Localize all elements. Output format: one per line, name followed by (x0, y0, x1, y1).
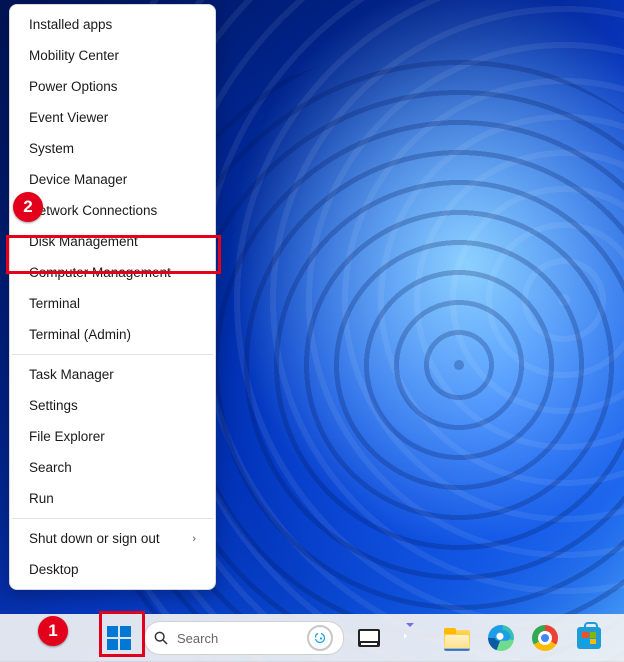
chevron-right-icon: › (192, 533, 196, 545)
windows-start-icon (107, 626, 131, 650)
taskbar: Search (0, 614, 624, 662)
menu-item-label: Settings (29, 398, 78, 413)
menu-item-search[interactable]: Search (14, 452, 211, 483)
task-view-button[interactable] (350, 619, 388, 657)
menu-item-device-manager[interactable]: Device Manager (14, 164, 211, 195)
menu-item-label: Shut down or sign out (29, 531, 160, 546)
menu-item-computer-management[interactable]: Computer Management (14, 257, 211, 288)
menu-item-file-explorer[interactable]: File Explorer (14, 421, 211, 452)
menu-item-label: Terminal (Admin) (29, 327, 131, 342)
menu-item-label: Event Viewer (29, 110, 108, 125)
menu-item-settings[interactable]: Settings (14, 390, 211, 421)
copilot-icon[interactable] (307, 625, 333, 651)
menu-item-label: Computer Management (29, 265, 171, 280)
menu-item-label: Installed apps (29, 17, 112, 32)
annotation-marker-1: 1 (38, 616, 68, 646)
menu-item-label: Mobility Center (29, 48, 119, 63)
menu-item-shut-down[interactable]: Shut down or sign out › (14, 523, 211, 554)
menu-item-label: Terminal (29, 296, 80, 311)
edge-button[interactable] (482, 619, 520, 657)
menu-item-label: Power Options (29, 79, 118, 94)
search-icon (153, 630, 169, 646)
menu-item-network-connections[interactable]: Network Connections (14, 195, 211, 226)
menu-item-label: Run (29, 491, 54, 506)
menu-item-installed-apps[interactable]: Installed apps (14, 9, 211, 40)
taskbar-search-box[interactable]: Search (144, 621, 344, 655)
folder-icon (444, 628, 470, 648)
menu-item-label: Network Connections (29, 203, 157, 218)
menu-item-system[interactable]: System (14, 133, 211, 164)
microsoft-store-button[interactable] (570, 619, 608, 657)
task-view-icon (358, 629, 380, 647)
menu-separator (12, 354, 213, 355)
file-explorer-button[interactable] (438, 619, 476, 657)
menu-item-label: Device Manager (29, 172, 127, 187)
menu-item-label: Desktop (29, 562, 79, 577)
menu-item-disk-management[interactable]: Disk Management (14, 226, 211, 257)
search-placeholder: Search (177, 631, 218, 646)
menu-item-label: Disk Management (29, 234, 138, 249)
menu-item-power-options[interactable]: Power Options (14, 71, 211, 102)
menu-item-label: Task Manager (29, 367, 114, 382)
menu-item-label: Search (29, 460, 72, 475)
chat-icon (401, 627, 425, 649)
chrome-button[interactable] (526, 619, 564, 657)
menu-item-desktop[interactable]: Desktop (14, 554, 211, 585)
menu-item-mobility-center[interactable]: Mobility Center (14, 40, 211, 71)
annotation-marker-2: 2 (13, 192, 43, 222)
chrome-icon (532, 625, 558, 651)
menu-item-label: File Explorer (29, 429, 105, 444)
menu-item-terminal-admin[interactable]: Terminal (Admin) (14, 319, 211, 350)
store-icon (577, 627, 601, 649)
edge-icon (488, 625, 514, 651)
menu-item-event-viewer[interactable]: Event Viewer (14, 102, 211, 133)
menu-item-run[interactable]: Run (14, 483, 211, 514)
menu-item-terminal[interactable]: Terminal (14, 288, 211, 319)
chat-button[interactable] (394, 619, 432, 657)
menu-separator (12, 518, 213, 519)
menu-item-label: System (29, 141, 74, 156)
winx-power-user-menu: Installed apps Mobility Center Power Optio… (9, 4, 216, 590)
menu-item-task-manager[interactable]: Task Manager (14, 359, 211, 390)
start-button[interactable] (100, 619, 138, 657)
